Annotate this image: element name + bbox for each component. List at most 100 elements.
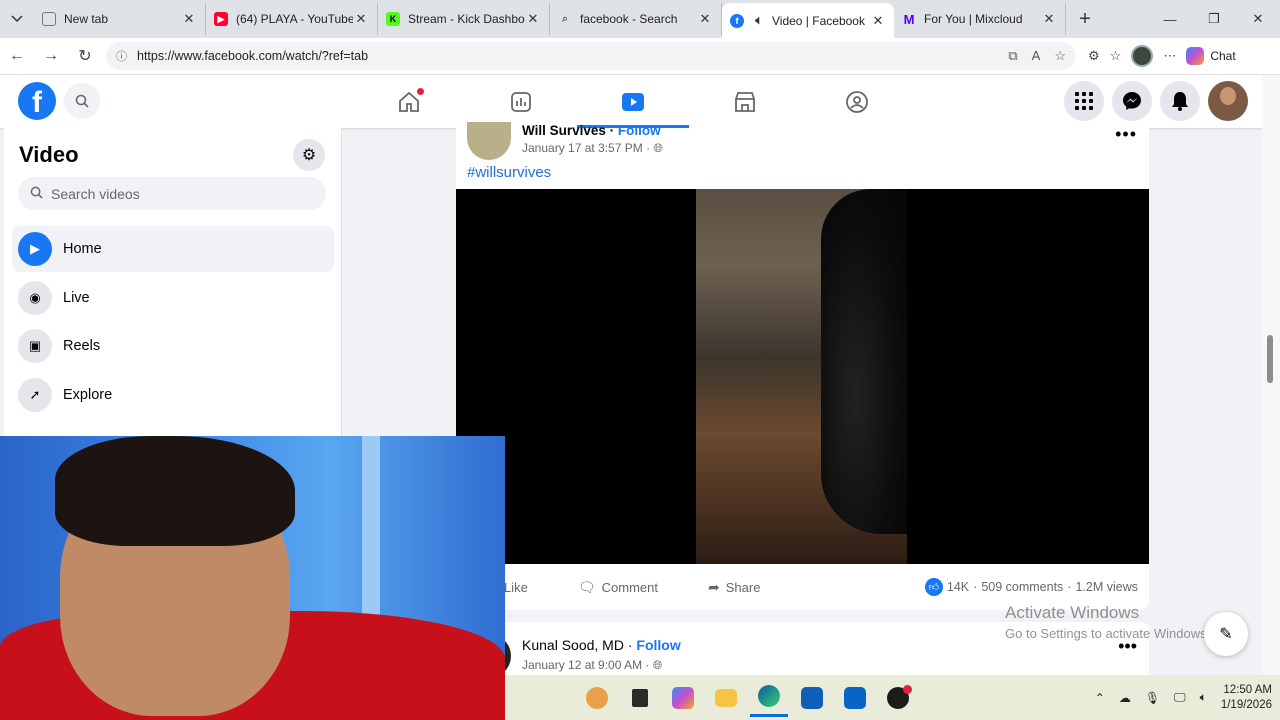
extensions-icon[interactable]: ⚙	[1088, 48, 1100, 64]
close-icon[interactable]: ✕	[353, 11, 369, 27]
nav-home[interactable]	[353, 75, 465, 128]
recording-dot	[902, 684, 912, 694]
copilot-chat-button[interactable]: Chat	[1186, 47, 1236, 65]
chevron-up-icon[interactable]: ⌃	[1095, 691, 1105, 705]
comment-button[interactable]: 🗨︎ Comment	[578, 579, 658, 596]
taskbar-app-obs[interactable]	[879, 679, 917, 717]
restore-icon[interactable]: ❐	[1192, 0, 1236, 38]
rocket-icon: ➚	[18, 378, 52, 412]
tab-youtube[interactable]: ▶ (64) PLAYA - YouTube ✕	[206, 3, 378, 35]
network-icon[interactable]: 🖵︎	[1174, 690, 1186, 705]
search-icon	[75, 94, 89, 108]
facebook-logo[interactable]: f	[18, 82, 56, 120]
sidebar-item-reels[interactable]: ▣ Reels	[12, 323, 334, 369]
taskbar-app-copilot[interactable]	[664, 679, 702, 717]
messenger-icon	[1123, 92, 1141, 110]
sidebar-item-live[interactable]: ◉ Live	[12, 275, 334, 321]
video-player[interactable]	[456, 189, 1149, 564]
post-date-text[interactable]: January 17 at 3:57 PM	[522, 141, 643, 155]
favorite-star-icon[interactable]: ☆	[1054, 48, 1066, 64]
more-menu-icon[interactable]: ⋯	[1163, 48, 1176, 64]
reaction-count[interactable]: 14K	[947, 580, 969, 594]
scrollbar-thumb[interactable]	[1267, 335, 1273, 383]
close-icon[interactable]: ✕	[697, 11, 713, 27]
sidebar-item-label: Explore	[63, 387, 113, 403]
taskbar-app-taskview[interactable]	[621, 679, 659, 717]
webcam-overlay	[0, 436, 505, 720]
close-icon[interactable]: ✕	[1041, 11, 1057, 27]
url-field[interactable]: ⓘ https://www.facebook.com/watch/?ref=ta…	[106, 42, 1076, 70]
gear-icon: ⚙	[301, 147, 317, 164]
search-placeholder: Search videos	[51, 185, 140, 202]
onedrive-icon[interactable]: ☁	[1119, 691, 1131, 705]
dashboard-icon	[511, 91, 531, 112]
new-tab-button[interactable]: +	[1070, 4, 1100, 34]
share-button[interactable]: ➦ Share	[708, 579, 760, 596]
refresh-icon[interactable]: ↻	[68, 39, 102, 73]
notification-dot	[417, 88, 424, 95]
taskbar-clock[interactable]: 12:50 AM 1/19/2026	[1221, 683, 1272, 713]
speaker-icon[interactable]: 🔈︎	[752, 13, 766, 28]
close-window-icon[interactable]: ✕	[1236, 0, 1280, 38]
tab-actions-menu[interactable]	[0, 0, 34, 38]
post-author-name[interactable]: Will Survives	[522, 123, 606, 138]
separator: ·	[642, 658, 653, 672]
menu-grid-button[interactable]	[1064, 81, 1104, 121]
tab-title: Video | Facebook	[772, 13, 865, 28]
close-icon[interactable]: ✕	[181, 11, 197, 27]
search-videos-input[interactable]: Search videos	[18, 177, 326, 210]
more-options-icon[interactable]: •••	[1115, 124, 1137, 145]
minimize-icon[interactable]: —	[1148, 0, 1192, 38]
clock-date: 1/19/2026	[1220, 698, 1272, 711]
volume-icon[interactable]: 🔈︎	[1200, 690, 1207, 705]
tab-kick[interactable]: K Stream - Kick Dashboard ✕	[378, 3, 550, 35]
site-info-icon[interactable]: ⓘ	[116, 48, 127, 64]
forward-icon[interactable]: →	[34, 39, 68, 73]
notifications-button[interactable]	[1160, 81, 1200, 121]
page-scrollbar[interactable]	[1262, 75, 1280, 675]
tab-facebook-search[interactable]: ⌕ facebook - Search ✕	[550, 3, 722, 35]
nav-dashboard[interactable]	[465, 75, 577, 128]
taskbar-app-outlook[interactable]	[836, 679, 874, 717]
taskbar-app-widget[interactable]	[578, 679, 616, 717]
account-avatar[interactable]	[1208, 81, 1248, 121]
post-author-line: Will Survives · Follow	[522, 123, 661, 138]
share-label: Share	[725, 579, 761, 595]
microphone-icon[interactable]: 🎙︎	[1145, 691, 1160, 705]
nav-marketplace[interactable]	[689, 75, 801, 128]
facebook-search-button[interactable]	[64, 83, 100, 119]
new-message-button[interactable]: ✎	[1204, 612, 1248, 656]
facebook-header: f	[0, 75, 1262, 128]
nav-watch[interactable]	[577, 75, 689, 128]
screen: New tab ✕ ▶ (64) PLAYA - YouTube ✕ K Str…	[0, 0, 1280, 720]
like-button[interactable]: Like	[504, 580, 528, 595]
post-date-text[interactable]: January 12 at 9:00 AM	[522, 658, 642, 672]
close-icon[interactable]: ✕	[870, 13, 886, 29]
follow-button[interactable]: Follow	[618, 123, 661, 138]
edge-icon	[757, 685, 780, 707]
sidebar-item-explore[interactable]: ➚ Explore	[12, 372, 334, 418]
messenger-button[interactable]	[1112, 81, 1152, 121]
close-icon[interactable]: ✕	[525, 11, 541, 27]
profile-avatar[interactable]	[1131, 45, 1154, 67]
sidebar-item-home[interactable]: ▶ Home	[12, 226, 334, 272]
back-icon[interactable]: ←	[0, 39, 34, 73]
post-author-name[interactable]: Kunal Sood, MD	[522, 637, 624, 653]
post-hashtag[interactable]: #willsurvives	[467, 164, 551, 181]
follow-button[interactable]: Follow	[636, 637, 680, 653]
tab-new-tab[interactable]: New tab ✕	[34, 3, 206, 35]
tab-mixcloud[interactable]: M For You | Mixcloud ✕	[894, 3, 1066, 35]
post-author-avatar[interactable]	[467, 122, 511, 160]
tab-video-facebook[interactable]: f 🔈︎ Video | Facebook ✕	[722, 3, 894, 38]
settings-button[interactable]: ⚙	[293, 139, 325, 171]
read-aloud-icon[interactable]: A	[1032, 48, 1041, 64]
taskbar-app-explorer[interactable]	[707, 679, 745, 717]
nav-groups[interactable]	[801, 75, 913, 128]
open-in-app-icon[interactable]: ⧉	[1008, 48, 1017, 64]
favorites-icon[interactable]: ☆	[1110, 48, 1122, 64]
comment-count[interactable]: 509 comments	[981, 580, 1063, 594]
groups-icon	[846, 90, 868, 113]
taskbar-app-store[interactable]	[793, 679, 831, 717]
sidebar-item-label: Live	[63, 290, 90, 306]
taskbar-app-edge[interactable]	[749, 679, 788, 717]
